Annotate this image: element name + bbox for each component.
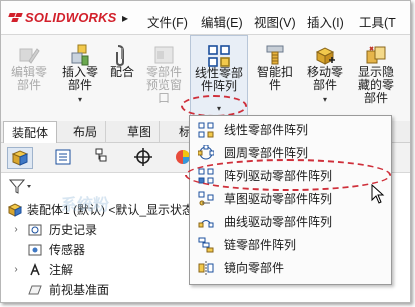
watermark: 系统粉 (61, 197, 110, 214)
edit-component-label: 编辑零 部件 (10, 65, 47, 92)
menu-item-curve-driven[interactable]: 曲线驱动零部件阵列 (190, 212, 391, 232)
feature-manager-tab[interactable] (7, 147, 33, 169)
mate-button[interactable]: 配合 (105, 35, 139, 121)
dimxpert-icon (134, 148, 152, 166)
menu-item-label: 链零部件阵列 (224, 238, 297, 252)
show-hidden-components-icon (366, 46, 386, 64)
component-preview-button[interactable]: 零部件 预览窗 口 (141, 35, 187, 121)
dimxpert-tab[interactable] (131, 147, 157, 169)
annotations-icon (30, 262, 40, 276)
curve-driven-icon (198, 220, 214, 228)
edit-component-button[interactable]: 编辑零 部件 (5, 35, 53, 121)
brand-name: SOLIDWORKS (25, 10, 117, 25)
edit-component-icon (19, 48, 40, 64)
menu-item-linear-pattern[interactable]: 线性零部件阵列 (190, 120, 391, 140)
move-component-label: 移动零 部件 (306, 65, 343, 92)
tree-item-label: 前视基准面 (49, 283, 110, 297)
menu-insert[interactable]: 插入(I) (307, 12, 344, 31)
tab-assembly[interactable]: 装配体 (3, 121, 58, 143)
tab-sketch[interactable]: 草图 (119, 121, 161, 143)
move-component-icon (315, 47, 335, 65)
insert-component-dropdown-icon[interactable]: ▾ (78, 95, 82, 104)
mate-icon (116, 45, 124, 67)
insert-component-label: 插入零 部件 (61, 65, 98, 92)
mouse-cursor-icon (371, 184, 385, 204)
configuration-manager-icon (95, 148, 107, 162)
menu-item-sketch-driven[interactable]: 草图驱动零部件阵列 (190, 189, 391, 209)
component-pattern-menu: 线性零部件阵列 圆周零部件阵列 阵列驱动零部件阵列 草图驱动零部件阵列 曲线驱动… (189, 115, 392, 285)
menu-item-mirror-components[interactable]: 镜向零部件 (190, 258, 391, 278)
feature-manager-icon (11, 150, 29, 166)
tree-item-label: 传感器 (49, 243, 86, 257)
tree-item-label: 注解 (49, 263, 74, 277)
app-window: SOLIDWORKS ▸ 文件(F) 编辑(E) 视图(V) 插入(I) 工具(… (0, 0, 411, 303)
solidworks-logo[interactable]: SOLIDWORKS (8, 10, 117, 25)
menu-item-chain-pattern[interactable]: 链零部件阵列 (190, 235, 391, 255)
tree-item-label: 历史记录 (49, 223, 98, 237)
mirror-components-icon (198, 261, 214, 275)
tree-item-sensors[interactable]: 传感器 (5, 241, 185, 259)
tree-item-front-plane[interactable]: 前视基准面 (5, 281, 185, 299)
menu-item-label: 草图驱动零部件阵列 (224, 192, 333, 206)
menu-item-label: 镜向零部件 (224, 261, 285, 275)
property-manager-icon (55, 149, 71, 165)
smart-fasteners-label: 智能扣 件 (256, 65, 293, 92)
plane-icon (28, 285, 42, 295)
property-manager-tab[interactable] (51, 147, 77, 169)
tab-layout[interactable]: 布局 (65, 121, 107, 143)
insert-component-icon (71, 44, 89, 66)
menu-item-label: 曲线驱动零部件阵列 (224, 215, 333, 229)
menu-expand-arrow-icon[interactable]: ▸ (122, 11, 128, 25)
sensors-icon (28, 244, 42, 256)
chain-pattern-icon (198, 237, 214, 253)
linear-pattern-label: 线性零部 件阵列 (194, 66, 243, 93)
history-icon (28, 224, 42, 236)
smart-fasteners-button[interactable]: 智能扣 件 (251, 35, 299, 121)
filter-icon[interactable] (7, 177, 33, 195)
linear-pattern-icon (198, 122, 214, 138)
smart-fasteners-icon (266, 45, 284, 65)
expand-arrow-icon[interactable]: › (11, 261, 21, 279)
menu-edit[interactable]: 编辑(E) (201, 12, 243, 31)
expand-arrow-icon[interactable]: › (11, 221, 21, 239)
sketch-driven-icon (198, 191, 214, 206)
menu-tools[interactable]: 工具(T (359, 12, 396, 31)
show-hidden-components-label: 显示隐 藏的零 部件 (357, 65, 394, 105)
tree-item-annotations[interactable]: › 注解 (5, 261, 185, 279)
linear-pattern-icon (208, 45, 230, 67)
show-hidden-components-button[interactable]: 显示隐 藏的零 部件 (351, 35, 401, 121)
tree-root-label: 装配体1 (默认) <默认_显示状态 (27, 203, 195, 217)
menu-bar: SOLIDWORKS ▸ 文件(F) 编辑(E) 视图(V) 插入(I) 工具(… (1, 1, 410, 35)
component-preview-icon (154, 46, 174, 64)
circular-pattern-icon (198, 145, 214, 160)
selected-item-highlight (185, 159, 391, 191)
component-preview-label: 零部件 预览窗 口 (145, 65, 182, 105)
menu-view[interactable]: 视图(V) (254, 12, 296, 31)
menu-file[interactable]: 文件(F) (147, 12, 188, 31)
tree-item-history[interactable]: › 历史记录 (5, 221, 185, 239)
move-component-dropdown-icon[interactable]: ▾ (323, 95, 327, 104)
dropdown-arrow-highlight (181, 95, 247, 117)
assembly-icon (7, 203, 23, 217)
move-component-button[interactable]: 移动零 部件 ▾ (301, 35, 349, 121)
insert-component-button[interactable]: 插入零 部件 ▾ (55, 35, 105, 121)
menu-item-label: 线性零部件阵列 (224, 123, 309, 137)
ds-logo-icon (8, 11, 23, 25)
configuration-manager-tab[interactable] (89, 147, 115, 169)
mate-label: 配合 (109, 65, 134, 79)
